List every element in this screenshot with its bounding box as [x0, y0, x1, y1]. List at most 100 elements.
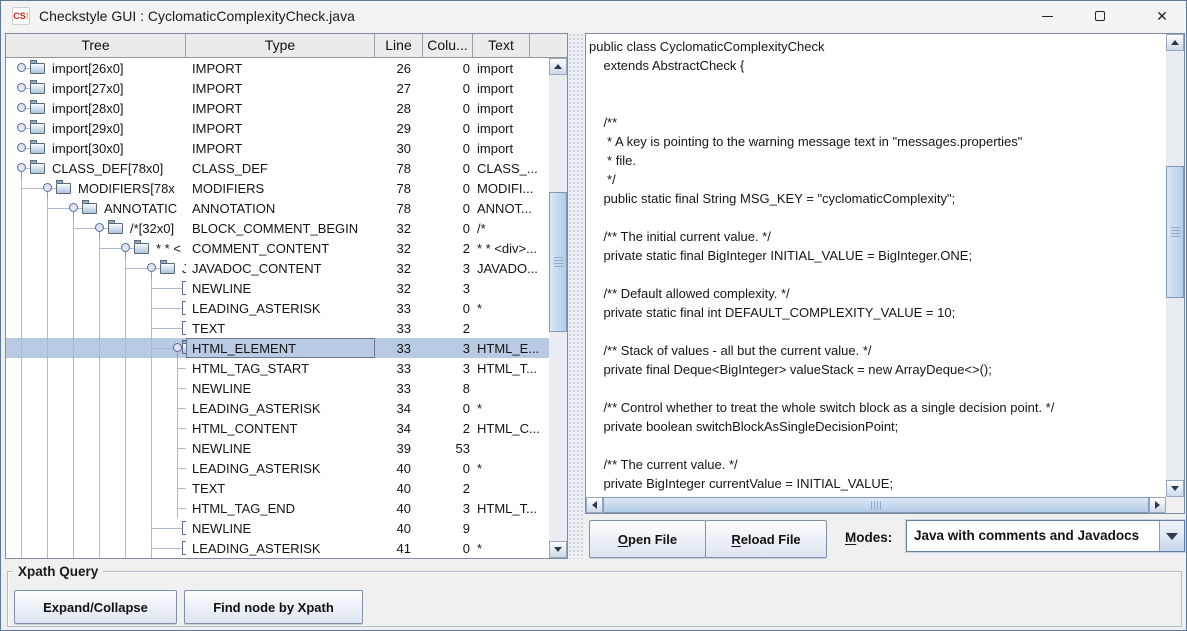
maximize-icon [1095, 11, 1105, 21]
line-cell: 33 [375, 318, 423, 338]
tree-row[interactable]: HTML_CONTENT342HTML_C... [6, 418, 549, 438]
column-cell: 9 [423, 518, 473, 538]
tree-row[interactable]: import[29x0]IMPORT290import [6, 118, 549, 138]
close-button[interactable]: ✕ [1139, 1, 1185, 31]
tree-connector-line [125, 458, 126, 478]
collapse-toggle-icon[interactable] [69, 203, 78, 212]
split-pane-divider[interactable] [568, 33, 585, 559]
combobox-arrow-button[interactable] [1159, 521, 1184, 551]
tree-connector-line [73, 518, 74, 538]
collapse-toggle-icon[interactable] [95, 223, 104, 232]
tree-row[interactable]: NEWLINE3953 [6, 438, 549, 458]
tree-row[interactable]: * * <COMMENT_CONTENT322* * <div>... [6, 238, 549, 258]
column-header-line[interactable]: Line [375, 34, 423, 57]
expand-toggle-icon[interactable] [17, 143, 26, 152]
tree-row[interactable]: LEADING_ASTERISK400* [6, 458, 549, 478]
tree-row[interactable]: LEADING_ASTERISK330* [6, 298, 549, 318]
tree-connector-line [99, 458, 100, 478]
code-horizontal-scrollbar[interactable] [586, 497, 1166, 513]
tree-row[interactable]: JJAVADOC_CONTENT323JAVADO... [6, 258, 549, 278]
column-cell: 3 [423, 338, 473, 358]
find-node-by-xpath-button[interactable]: Find node by Xpath [184, 590, 363, 624]
tree-row[interactable]: import[28x0]IMPORT280import [6, 98, 549, 118]
tree-cell [6, 458, 186, 478]
column-cell: 0 [423, 218, 473, 238]
tree-connector-line [125, 298, 126, 318]
type-cell: NEWLINE [186, 518, 375, 538]
tree-connector-line [125, 338, 126, 358]
tree-scrollbar[interactable] [549, 58, 567, 558]
code-scroll-up-button[interactable] [1166, 34, 1184, 51]
open-file-button[interactable]: Open File [589, 520, 706, 558]
tree-row[interactable]: LEADING_ASTERISK340* [6, 398, 549, 418]
line-cell: 40 [375, 518, 423, 538]
code-scroll-left-button[interactable] [586, 497, 603, 513]
code-scroll-right-button[interactable] [1149, 497, 1166, 513]
expand-toggle-icon[interactable] [17, 63, 26, 72]
expand-toggle-icon[interactable] [17, 103, 26, 112]
reload-file-button[interactable]: Reload File [705, 520, 827, 558]
tree-connector-line [47, 238, 48, 258]
source-code-text: public class CyclomaticComplexityCheck e… [586, 34, 1166, 493]
text-cell: HTML_T... [473, 498, 549, 518]
column-header-column[interactable]: Colu... [423, 34, 473, 57]
folder-tab [30, 160, 37, 163]
tree-connector-line [99, 478, 100, 498]
text-cell: HTML_T... [473, 358, 549, 378]
text-cell: CLASS_... [473, 158, 549, 178]
maximize-button[interactable] [1077, 1, 1123, 31]
type-cell: TEXT [186, 318, 375, 338]
code-horizontal-thumb[interactable] [603, 497, 1149, 513]
tree-row[interactable]: MODIFIERS[78xMODIFIERS780MODIFI... [6, 178, 549, 198]
column-header-tree[interactable]: Tree [6, 34, 186, 57]
tree-row[interactable]: HTML_ELEMENT333HTML_E... [6, 338, 549, 358]
tree-row[interactable]: TEXT332 [6, 318, 549, 338]
collapse-toggle-icon[interactable] [17, 163, 26, 172]
tree-row[interactable]: import[27x0]IMPORT270import [6, 78, 549, 98]
tree-row[interactable]: LEADING_ASTERISK410* [6, 538, 549, 558]
open-file-label: pen File [628, 532, 677, 547]
collapse-toggle-icon[interactable] [147, 263, 156, 272]
tree-row[interactable]: ANNOTATICANNOTATION780ANNOT... [6, 198, 549, 218]
tree-scroll-down-button[interactable] [549, 541, 567, 558]
line-cell: 78 [375, 178, 423, 198]
code-scroll-down-button[interactable] [1166, 480, 1184, 497]
tree-cell [6, 418, 186, 438]
type-cell: HTML_CONTENT [186, 418, 375, 438]
dropdown-arrow-icon [1166, 533, 1178, 540]
tree-row[interactable]: /*[32x0]BLOCK_COMMENT_BEGIN320/* [6, 218, 549, 238]
column-header-type[interactable]: Type [186, 34, 375, 57]
tree-scrollbar-thumb[interactable] [549, 192, 567, 332]
collapse-toggle-icon[interactable] [121, 243, 130, 252]
tree-row[interactable]: TEXT402 [6, 478, 549, 498]
minimize-button[interactable] [1024, 1, 1070, 31]
modes-combobox[interactable]: Java with comments and Javadocs [906, 520, 1185, 552]
tree-row[interactable]: import[26x0]IMPORT260import [6, 58, 549, 78]
tree-row[interactable]: NEWLINE409 [6, 518, 549, 538]
line-cell: 32 [375, 258, 423, 278]
tree-row[interactable]: NEWLINE323 [6, 278, 549, 298]
tree-row[interactable]: HTML_TAG_END403HTML_T... [6, 498, 549, 518]
collapse-toggle-icon[interactable] [43, 183, 52, 192]
expand-collapse-button[interactable]: Expand/Collapse [14, 590, 177, 624]
tree-row[interactable]: NEWLINE338 [6, 378, 549, 398]
expand-toggle-icon[interactable] [17, 123, 26, 132]
arrow-left-icon [592, 501, 597, 509]
column-header-text[interactable]: Text [473, 34, 530, 57]
column-cell: 0 [423, 198, 473, 218]
type-cell: CLASS_DEF [186, 158, 375, 178]
tree-row[interactable]: HTML_TAG_START333HTML_T... [6, 358, 549, 378]
tree-connector-line [151, 528, 185, 529]
tree-connector-line [73, 478, 74, 498]
xpath-query-title: Xpath Query [13, 564, 103, 579]
collapse-toggle-icon[interactable] [173, 343, 182, 352]
tree-row[interactable]: CLASS_DEF[78x0]CLASS_DEF780CLASS_... [6, 158, 549, 178]
expand-toggle-icon[interactable] [17, 83, 26, 92]
column-cell: 0 [423, 138, 473, 158]
tree-row[interactable]: import[30x0]IMPORT300import [6, 138, 549, 158]
code-vertical-scrollbar[interactable] [1166, 34, 1184, 497]
source-code-view[interactable]: public class CyclomaticComplexityCheck e… [586, 34, 1166, 497]
tree-connector-line [21, 438, 22, 458]
code-vertical-thumb[interactable] [1166, 166, 1184, 298]
tree-scroll-up-button[interactable] [549, 58, 567, 75]
